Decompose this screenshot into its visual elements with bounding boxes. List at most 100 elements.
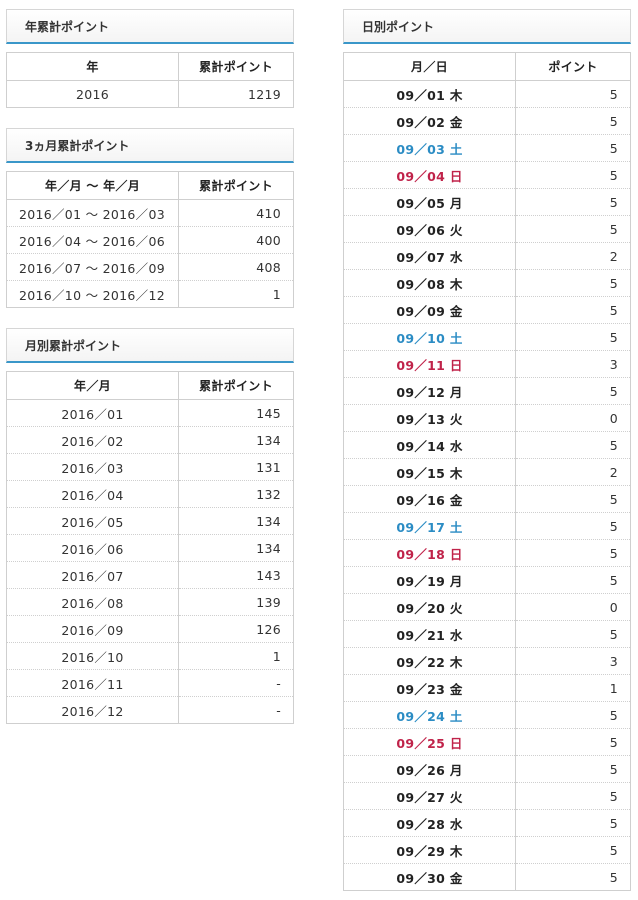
points-value: 5 [515, 566, 631, 594]
col-header-period-range: 年／月 ～ 年／月 [6, 171, 179, 200]
yearly-points-panel: 年累計ポイント 年 累計ポイント 2016 1219 [6, 9, 294, 108]
yearly-rows: 2016 1219 [6, 80, 294, 108]
table-row: 09／06 火5 [343, 215, 631, 243]
table-row: 09／09 金5 [343, 296, 631, 324]
day-label: 09／15 木 [343, 458, 516, 486]
table-row: 09／29 木5 [343, 836, 631, 864]
table-row: 09／11 日3 [343, 350, 631, 378]
points-value: 408 [178, 253, 294, 281]
period-label: 2016／05 [6, 507, 179, 535]
table-row: 09／25 日5 [343, 728, 631, 756]
points-value: 1 [178, 280, 294, 308]
points-value: - [178, 669, 294, 697]
table-row: 09／17 土5 [343, 512, 631, 540]
table-row: 2016／08 139 [6, 588, 294, 616]
table-row: 2016／03 131 [6, 453, 294, 481]
points-value: 5 [515, 431, 631, 459]
day-label: 09／16 金 [343, 485, 516, 513]
period-label: 2016／10 [6, 642, 179, 670]
points-value: 145 [178, 399, 294, 427]
col-header-points: ポイント [515, 52, 631, 81]
table-row: 2016／11- [6, 669, 294, 697]
day-label: 09／03 土 [343, 134, 516, 162]
table-row: 09／16 金5 [343, 485, 631, 513]
day-label: 09／04 日 [343, 161, 516, 189]
points-value: 5 [515, 80, 631, 108]
period-label: 2016／07 ～ 2016／09 [6, 253, 179, 281]
day-label: 09／14 水 [343, 431, 516, 459]
table-row: 09／24 土5 [343, 701, 631, 729]
points-value: 5 [515, 809, 631, 837]
day-label: 09／25 日 [343, 728, 516, 756]
day-label: 09／09 金 [343, 296, 516, 324]
points-value: 400 [178, 226, 294, 254]
table-row: 2016／10 1 [6, 642, 294, 670]
table-row: 09／01 木5 [343, 80, 631, 108]
day-label: 09／06 火 [343, 215, 516, 243]
table-row: 2016／05 134 [6, 507, 294, 535]
period-label: 2016／06 [6, 534, 179, 562]
day-label: 09／22 木 [343, 647, 516, 675]
points-value: 134 [178, 426, 294, 454]
points-value: 134 [178, 534, 294, 562]
day-label: 09／21 水 [343, 620, 516, 648]
points-value: 143 [178, 561, 294, 589]
table-row: 09／30 金5 [343, 863, 631, 891]
period-label: 2016／11 [6, 669, 179, 697]
period-label: 2016／01 ～ 2016／03 [6, 199, 179, 227]
day-label: 09／24 土 [343, 701, 516, 729]
table-row: 2016／10 ～ 2016／12 1 [6, 280, 294, 308]
points-value: 5 [515, 836, 631, 864]
period-label: 2016／03 [6, 453, 179, 481]
table-row: 09／19 月5 [343, 566, 631, 594]
points-value: 5 [515, 485, 631, 513]
period-label: 2016／09 [6, 615, 179, 643]
points-value: 5 [515, 188, 631, 216]
table-row: 09／21 水5 [343, 620, 631, 648]
points-value: 139 [178, 588, 294, 616]
period-label: 2016／08 [6, 588, 179, 616]
points-value: 5 [515, 512, 631, 540]
monthly-points-panel: 月別累計ポイント 年／月 累計ポイント 2016／01 145 2016／02 134… [6, 328, 294, 724]
monthly-points-table: 年／月 累計ポイント 2016／01 145 2016／02 134 2016／03 13… [6, 371, 294, 724]
table-row: 2016／01 ～ 2016／03 410 [6, 199, 294, 227]
day-label: 09／29 木 [343, 836, 516, 864]
col-header-points: 累計ポイント [178, 52, 294, 81]
day-label: 09／12 月 [343, 377, 516, 405]
period-label: 2016／12 [6, 696, 179, 724]
col-header-points: 累計ポイント [178, 171, 294, 200]
table-row: 09／26 月5 [343, 755, 631, 783]
day-label: 09／01 木 [343, 80, 516, 108]
yearly-points-title: 年累計ポイント [6, 9, 294, 44]
col-header-month: 年／月 [6, 371, 179, 400]
day-label: 09／28 水 [343, 809, 516, 837]
period-label: 2016／04 [6, 480, 179, 508]
table-row: 2016／06 134 [6, 534, 294, 562]
points-value: 1219 [178, 80, 294, 108]
points-value: 5 [515, 755, 631, 783]
table-row: 09／20 火0 [343, 593, 631, 621]
points-value: 3 [515, 647, 631, 675]
points-value: 131 [178, 453, 294, 481]
table-row: 09／05 月5 [343, 188, 631, 216]
day-label: 09／26 月 [343, 755, 516, 783]
monthly-rows: 2016／01 145 2016／02 134 2016／03 131 2016／04 132… [6, 399, 294, 724]
table-row: 2016／12- [6, 696, 294, 724]
day-label: 09／17 土 [343, 512, 516, 540]
points-value: 5 [515, 863, 631, 891]
col-header-year: 年 [6, 52, 179, 81]
quarterly-points-table: 年／月 ～ 年／月 累計ポイント 2016／01 ～ 2016／03 410 201… [6, 171, 294, 308]
points-value: 3 [515, 350, 631, 378]
col-header-date: 月／日 [343, 52, 516, 81]
table-row: 09／02 金5 [343, 107, 631, 135]
table-row: 2016／07 ～ 2016／09 408 [6, 253, 294, 281]
period-label: 2016／10 ～ 2016／12 [6, 280, 179, 308]
points-value: 5 [515, 701, 631, 729]
points-value: - [178, 696, 294, 724]
table-row: 2016／04 132 [6, 480, 294, 508]
day-label: 09／13 火 [343, 404, 516, 432]
day-label: 09／08 木 [343, 269, 516, 297]
period-label: 2016／04 ～ 2016／06 [6, 226, 179, 254]
points-value: 5 [515, 296, 631, 324]
table-row: 2016／02 134 [6, 426, 294, 454]
